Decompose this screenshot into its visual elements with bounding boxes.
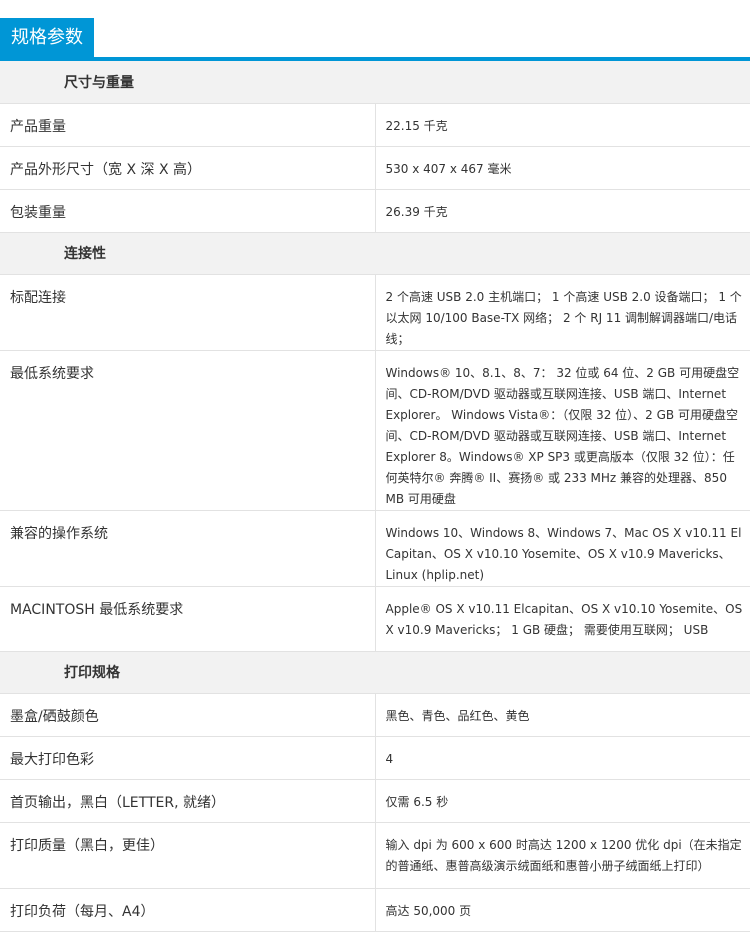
- section-header: 连接性: [0, 232, 750, 275]
- spec-row: 首页输出，黑白（LETTER, 就绪） 仅需 6.5 秒: [0, 779, 750, 823]
- spec-row: 包装重量 26.39 千克: [0, 189, 750, 233]
- spec-row: 最低系统要求 Windows® 10、8.1、8、7： 32 位或 64 位、2…: [0, 350, 750, 511]
- specs-table: 尺寸与重量 产品重量 22.15 千克 产品外形尺寸（宽 X 深 X 高） 53…: [0, 61, 750, 932]
- spec-label: 首页输出，黑白（LETTER, 就绪）: [0, 779, 376, 823]
- spec-label: 标配连接: [0, 274, 376, 351]
- spec-value: 2 个高速 USB 2.0 主机端口； 1 个高速 USB 2.0 设备端口； …: [375, 274, 750, 351]
- spec-label: 兼容的操作系统: [0, 510, 376, 587]
- spec-row: 最大打印色彩 4: [0, 736, 750, 780]
- spec-row: 产品重量 22.15 千克: [0, 103, 750, 147]
- spec-value: 530 x 407 x 467 毫米: [375, 146, 750, 190]
- spec-row: 打印质量（黑白，更佳） 输入 dpi 为 600 x 600 时高达 1200 …: [0, 822, 750, 889]
- spec-value: 22.15 千克: [375, 103, 750, 147]
- spec-row: 标配连接 2 个高速 USB 2.0 主机端口； 1 个高速 USB 2.0 设…: [0, 274, 750, 351]
- spec-value: 高达 50,000 页: [375, 888, 750, 932]
- spec-value: Windows 10、Windows 8、Windows 7、Mac OS X …: [375, 510, 750, 587]
- section-header: 尺寸与重量: [0, 61, 750, 104]
- spec-value: 26.39 千克: [375, 189, 750, 233]
- spec-label: 产品重量: [0, 103, 376, 147]
- spec-value: Windows® 10、8.1、8、7： 32 位或 64 位、2 GB 可用硬…: [375, 350, 750, 511]
- spec-value: 仅需 6.5 秒: [375, 779, 750, 823]
- spec-row: 墨盒/硒鼓颜色 黑色、青色、品红色、黄色: [0, 693, 750, 737]
- spec-label: 最低系统要求: [0, 350, 376, 511]
- spec-label: 包装重量: [0, 189, 376, 233]
- spec-value: 4: [375, 736, 750, 780]
- spec-row: 兼容的操作系统 Windows 10、Windows 8、Windows 7、M…: [0, 510, 750, 587]
- specs-header: 规格参数: [0, 0, 750, 61]
- spec-label: MACINTOSH 最低系统要求: [0, 586, 376, 652]
- spec-value: 黑色、青色、品红色、黄色: [375, 693, 750, 737]
- spec-label: 打印质量（黑白，更佳）: [0, 822, 376, 889]
- section-title: 连接性: [0, 232, 750, 275]
- section-header: 打印规格: [0, 651, 750, 694]
- spec-value: 输入 dpi 为 600 x 600 时高达 1200 x 1200 优化 dp…: [375, 822, 750, 889]
- spec-row: 产品外形尺寸（宽 X 深 X 高） 530 x 407 x 467 毫米: [0, 146, 750, 190]
- section-title: 尺寸与重量: [0, 61, 750, 104]
- spec-row: 打印负荷（每月、A4） 高达 50,000 页: [0, 888, 750, 932]
- section-title: 打印规格: [0, 651, 750, 694]
- spec-label: 产品外形尺寸（宽 X 深 X 高）: [0, 146, 376, 190]
- spec-label: 最大打印色彩: [0, 736, 376, 780]
- specs-tab[interactable]: 规格参数: [0, 18, 94, 57]
- spec-label: 打印负荷（每月、A4）: [0, 888, 376, 932]
- spec-row: MACINTOSH 最低系统要求 Apple® OS X v10.11 Elca…: [0, 586, 750, 652]
- spec-value: Apple® OS X v10.11 Elcapitan、OS X v10.10…: [375, 586, 750, 652]
- spec-label: 墨盒/硒鼓颜色: [0, 693, 376, 737]
